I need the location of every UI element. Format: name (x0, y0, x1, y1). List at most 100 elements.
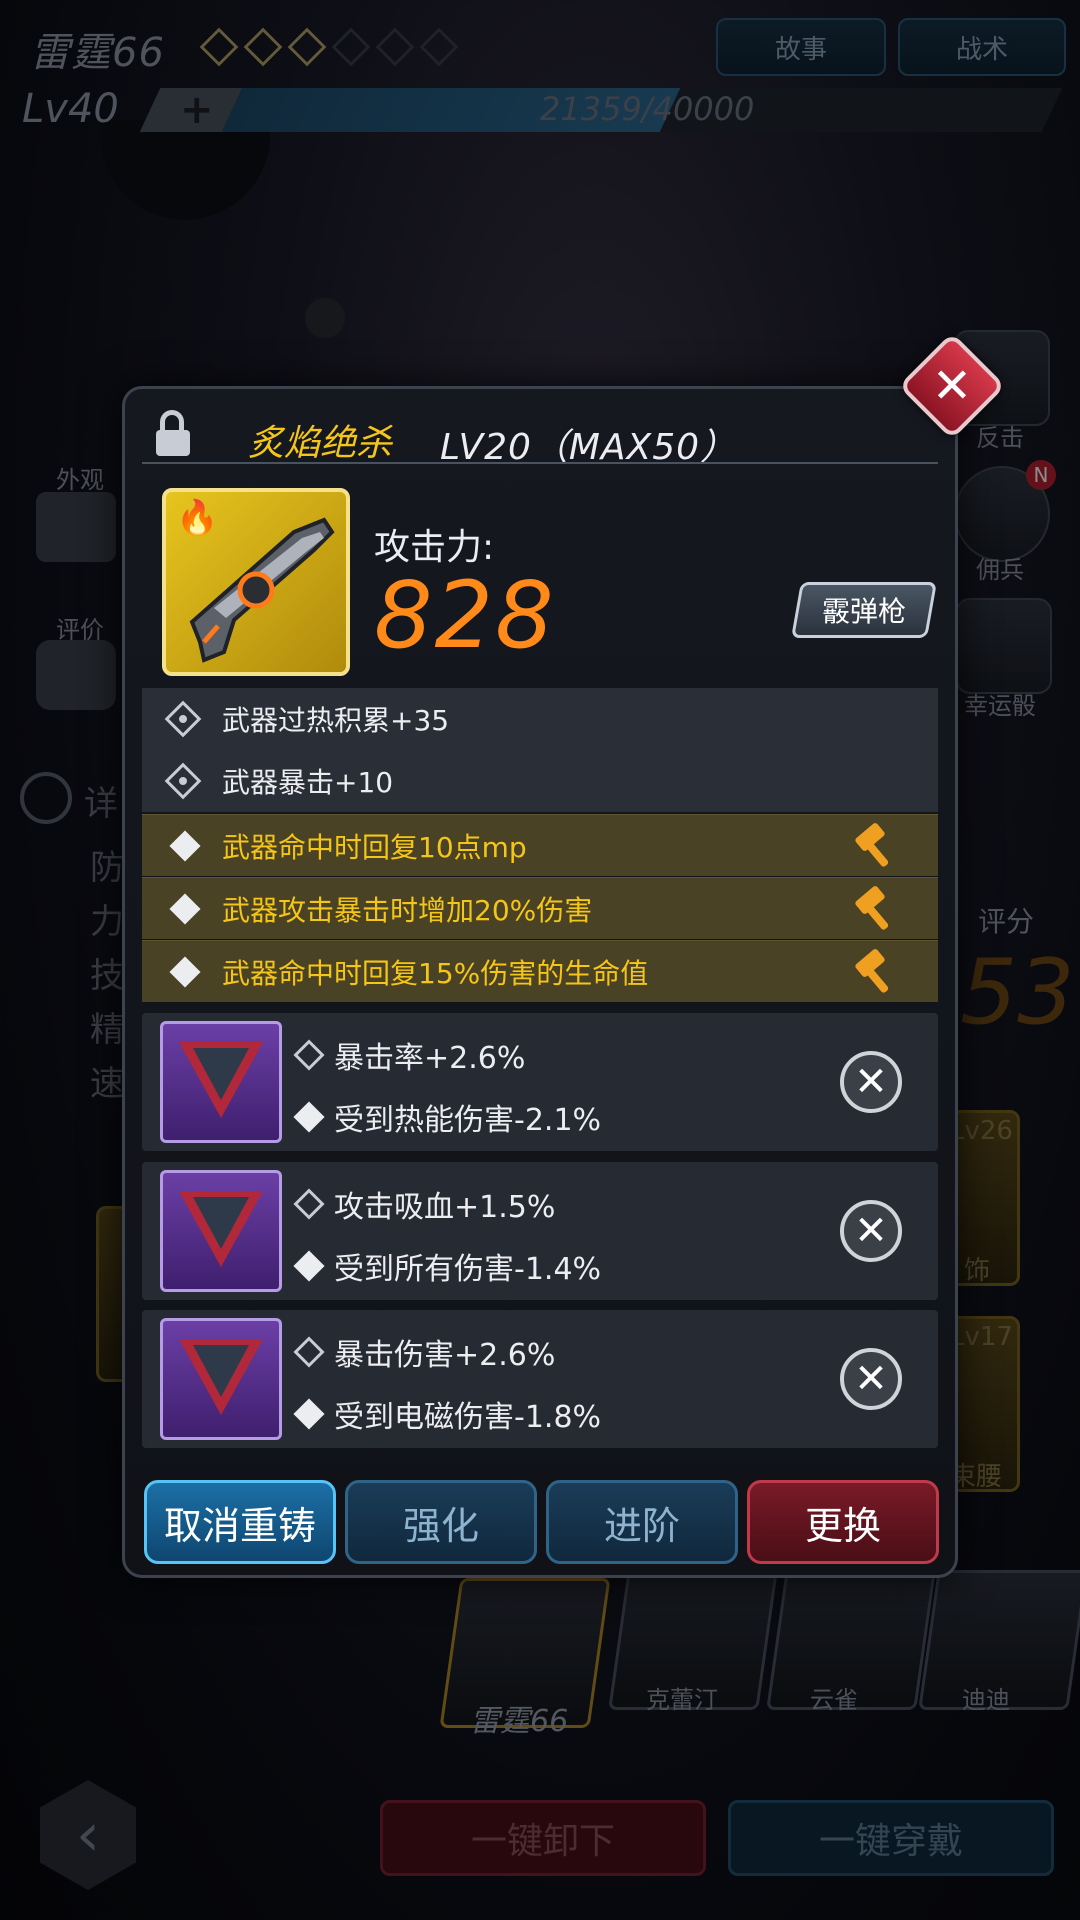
special-attribute-row: 武器攻击暴击时增加20%伤害 (142, 877, 938, 939)
chip-stat: 受到热能伤害-2.1% (293, 1095, 602, 1139)
chip-row: 暴击率+2.6% 受到热能伤害-2.1% ✕ (142, 1013, 938, 1151)
chip-stat: 暴击伤害+2.6% (293, 1330, 556, 1374)
counter-label: 反击 (976, 424, 1024, 452)
attribute-text: 武器过热积累+35 (222, 704, 450, 737)
diamond-icon (169, 829, 201, 862)
star-empty-icon (331, 27, 371, 67)
diamond-icon (293, 1101, 325, 1133)
stat-spirit-label: 精 (90, 1010, 124, 1050)
stat-defense-label: 防 (90, 848, 124, 888)
attribute-icon (293, 1039, 325, 1071)
enhance-button[interactable]: 强化 (345, 1480, 537, 1564)
diamond-icon (169, 892, 201, 925)
chip-image[interactable] (160, 1170, 282, 1292)
chevron-left-icon: ‹ (76, 1800, 100, 1870)
chip-stat: 暴击率+2.6% (293, 1033, 526, 1077)
hammer-icon[interactable] (854, 947, 894, 994)
chip-stat-text: 攻击吸血+1.5% (334, 1190, 556, 1225)
appearance-label: 外观 (56, 466, 104, 494)
unlock-icon[interactable] (156, 410, 190, 456)
close-icon: ✕ (854, 1208, 888, 1254)
weapon-type-badge: 霰弹枪 (791, 582, 937, 638)
back-button[interactable]: ‹ (40, 1780, 136, 1890)
chat-bubble-icon[interactable] (36, 640, 116, 710)
new-badge: N (1026, 460, 1056, 490)
chip-stat-text: 受到电磁伤害-1.8% (334, 1400, 602, 1435)
diamond-icon (169, 955, 201, 988)
search-icon[interactable] (20, 772, 72, 824)
chip-image[interactable] (160, 1021, 282, 1143)
stat-power-label: 力 (90, 902, 124, 942)
hammer-icon[interactable] (854, 821, 894, 868)
star-icon (287, 27, 327, 67)
chip-stat: 受到电磁伤害-1.8% (293, 1392, 602, 1436)
accessory-label: 饰 (964, 1256, 991, 1286)
diamond-icon (293, 1250, 325, 1282)
attribute-icon (164, 700, 202, 738)
close-icon: ✕ (854, 1356, 888, 1402)
chip-stat: 攻击吸血+1.5% (293, 1182, 556, 1226)
attribute-icon (293, 1336, 325, 1368)
star-empty-icon (375, 27, 415, 67)
attribute-icon (293, 1188, 325, 1220)
planet-decoration (100, 120, 270, 220)
base-attribute-row: 武器暴击+10 (142, 750, 938, 812)
close-icon: ✕ (931, 358, 973, 414)
chip-stat: 受到所有伤害-1.4% (293, 1244, 602, 1288)
mercenary-label: 佣兵 (976, 556, 1024, 584)
lucky-dice-label: 幸运骰 (964, 692, 1036, 720)
unequip-all-button[interactable]: 一键卸下 (380, 1800, 706, 1876)
divider (142, 462, 938, 464)
belt-level: Lv17 (950, 1322, 1013, 1352)
remove-chip-button[interactable]: ✕ (840, 1051, 902, 1113)
attribute-icon (164, 762, 202, 800)
remove-chip-button[interactable]: ✕ (840, 1348, 902, 1410)
stat-speed-label: 速 (90, 1064, 124, 1104)
equip-all-button[interactable]: 一键穿戴 (728, 1800, 1054, 1876)
base-attribute-row: 武器过热积累+35 (142, 688, 938, 750)
replace-button[interactable]: 更换 (747, 1480, 939, 1564)
attack-value: 828 (374, 562, 556, 669)
chip-row: 暴击伤害+2.6% 受到电磁伤害-1.8% ✕ (142, 1310, 938, 1448)
diamond-icon (293, 1398, 325, 1430)
stat-skill-label: 技 (90, 956, 124, 996)
cancel-reforge-button[interactable]: 取消重铸 (144, 1480, 336, 1564)
advance-button[interactable]: 进阶 (546, 1480, 738, 1564)
close-icon: ✕ (854, 1059, 888, 1105)
weapon-image: 🔥 (162, 488, 350, 676)
chip-stat-text: 受到热能伤害-2.1% (334, 1103, 602, 1138)
shotgun-icon (189, 517, 335, 663)
star-icon (199, 27, 239, 67)
attribute-text: 武器命中时回复10点mp (222, 830, 527, 864)
weapon-type-label: 霰弹枪 (821, 595, 906, 628)
special-attribute-row: 武器命中时回复15%伤害的生命值 (142, 940, 938, 1002)
chip-stat-text: 暴击率+2.6% (334, 1041, 526, 1076)
chip-image[interactable] (160, 1318, 282, 1440)
tactics-button[interactable]: 战术 (898, 18, 1066, 76)
star-empty-icon (419, 27, 459, 67)
story-button[interactable]: 故事 (716, 18, 886, 76)
chip-row: 攻击吸血+1.5% 受到所有伤害-1.4% ✕ (142, 1162, 938, 1300)
shirt-icon[interactable] (36, 492, 116, 562)
attribute-text: 武器暴击+10 (222, 766, 394, 799)
lucky-dice-icon[interactable] (956, 598, 1052, 694)
remove-chip-button[interactable]: ✕ (840, 1200, 902, 1262)
chip-stat-text: 暴击伤害+2.6% (334, 1338, 556, 1373)
character-name: 云雀 (810, 1686, 858, 1714)
xp-text: 21359/40000 (540, 90, 755, 128)
moon-decoration (305, 298, 345, 338)
special-attribute-row: 武器命中时回复10点mp (142, 814, 938, 876)
chip-stat-text: 受到所有伤害-1.4% (334, 1252, 602, 1287)
hammer-icon[interactable] (854, 884, 894, 931)
accessory-level: Lv26 (950, 1116, 1013, 1146)
level-label: Lv40 (22, 86, 119, 132)
attribute-text: 武器攻击暴击时增加20%伤害 (222, 893, 593, 927)
character-name: 克蕾汀 (646, 1686, 718, 1714)
weapon-name: 炙焰绝杀 (248, 423, 393, 464)
plus-icon: + (180, 87, 214, 133)
score-label: 评分 (978, 905, 1035, 938)
player-name: 雷霆66 (30, 30, 165, 76)
detail-label: 详 (84, 784, 118, 824)
character-name: 迪迪 (962, 1686, 1010, 1714)
score-value: 53 (960, 940, 1075, 1045)
